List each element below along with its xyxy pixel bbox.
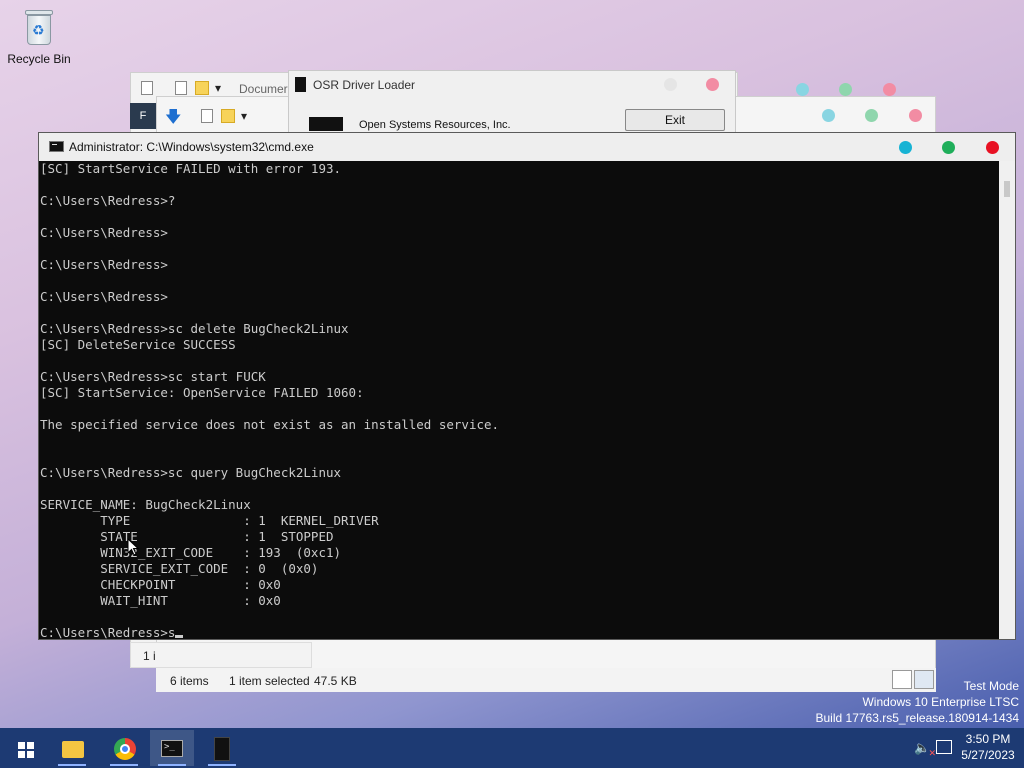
checkbox-icon[interactable] bbox=[201, 109, 213, 123]
selected-info: 1 item selected bbox=[229, 674, 310, 688]
watermark-line: Windows 10 Enterprise LTSC bbox=[862, 695, 1019, 709]
maximize-button[interactable] bbox=[839, 83, 852, 96]
scrollbar[interactable] bbox=[999, 161, 1015, 639]
console-line: C:\Users\Redress> bbox=[40, 289, 168, 304]
console-prompt-line: C:\Users\Redress>s bbox=[40, 625, 999, 639]
chevron-down-icon[interactable]: ▾ bbox=[215, 81, 221, 95]
console-line: SERVICE_EXIT_CODE : 0 (0x0) bbox=[40, 561, 319, 576]
org-name: Open Systems Resources, Inc. bbox=[359, 119, 511, 131]
maximize-button[interactable] bbox=[865, 109, 878, 122]
cmd-window[interactable]: Administrator: C:\Windows\system32\cmd.e… bbox=[38, 132, 1016, 640]
scrollbar-thumb[interactable] bbox=[1004, 181, 1010, 197]
down-arrow-icon[interactable]: 🡇 bbox=[165, 106, 181, 133]
minimize-button[interactable] bbox=[796, 83, 809, 96]
maximize-button[interactable] bbox=[942, 141, 955, 154]
osr-app-icon bbox=[295, 77, 306, 92]
close-button[interactable] bbox=[706, 78, 719, 91]
console-line: WIN32_EXIT_CODE : 193 (0xc1) bbox=[40, 545, 342, 560]
recycle-bin-label: Recycle Bin bbox=[7, 52, 71, 66]
osr-logo bbox=[309, 117, 343, 131]
window-title: Documer bbox=[239, 82, 288, 96]
checkbox-icon[interactable] bbox=[175, 81, 187, 95]
items-count: 6 items bbox=[170, 674, 209, 688]
console-line: [SC] StartService FAILED with error 193. bbox=[40, 161, 342, 176]
chevron-down-icon[interactable]: ▾ bbox=[241, 109, 247, 123]
cmd-icon: >_ bbox=[161, 740, 183, 757]
console-output[interactable]: [SC] StartService FAILED with error 193.… bbox=[39, 161, 999, 639]
chrome-center bbox=[120, 744, 130, 754]
console-line: [SC] StartService: OpenService FAILED 10… bbox=[40, 385, 364, 400]
minimize-button[interactable] bbox=[899, 141, 912, 154]
minimize-button[interactable] bbox=[822, 109, 835, 122]
console-line: SERVICE_NAME: BugCheck2Linux bbox=[40, 497, 251, 512]
console-line: WAIT_HINT : 0x0 bbox=[40, 593, 281, 608]
file-tab[interactable]: F bbox=[130, 103, 156, 129]
running-indicator bbox=[110, 764, 138, 766]
exit-button[interactable]: Exit bbox=[625, 109, 725, 131]
windows-logo-icon bbox=[18, 742, 34, 758]
new-folder-icon[interactable] bbox=[221, 109, 235, 123]
console-line: [SC] DeleteService SUCCESS bbox=[40, 337, 236, 352]
watermark-line: Build 17763.rs5_release.180914-1434 bbox=[815, 711, 1020, 725]
cmd-icon bbox=[49, 141, 64, 152]
close-button[interactable] bbox=[986, 141, 999, 154]
osr-loader-icon bbox=[214, 737, 230, 761]
window-title: Administrator: C:\Windows\system32\cmd.e… bbox=[69, 140, 314, 154]
taskbar: >_ 🔈 ✕ 3:50 PM 5/27/2023 bbox=[0, 728, 1024, 768]
cmd-titlebar[interactable]: Administrator: C:\Windows\system32\cmd.e… bbox=[39, 133, 1015, 161]
status-bar-back: 1 i bbox=[130, 642, 312, 668]
running-indicator bbox=[58, 764, 86, 766]
console-line: CHECKPOINT : 0x0 bbox=[40, 577, 281, 592]
file-explorer-button[interactable] bbox=[50, 730, 94, 766]
minimize-button[interactable] bbox=[664, 78, 677, 91]
folder-icon bbox=[62, 741, 84, 758]
chrome-button[interactable] bbox=[102, 730, 146, 766]
cmd-taskbar-button[interactable]: >_ bbox=[150, 730, 194, 766]
console-line: The specified service does not exist as … bbox=[40, 417, 500, 432]
items-count: 1 i bbox=[143, 649, 156, 663]
start-button[interactable] bbox=[2, 730, 46, 766]
watermark-line: Test Mode bbox=[963, 679, 1019, 693]
console-line: STATE : 1 STOPPED bbox=[40, 529, 334, 544]
prompt-text: C:\Users\Redress>s bbox=[40, 625, 176, 639]
clock[interactable]: 3:50 PM 5/27/2023 bbox=[958, 731, 1018, 763]
mute-x-icon: ✕ bbox=[928, 748, 936, 758]
console-line: C:\Users\Redress>sc query BugCheck2Linux bbox=[40, 465, 342, 480]
recycle-bin-icon: ♻ bbox=[24, 8, 54, 46]
console-line: TYPE : 1 KERNEL_DRIVER bbox=[40, 513, 379, 528]
new-folder-icon[interactable] bbox=[195, 81, 209, 95]
running-indicator bbox=[158, 764, 186, 766]
osr-loader-button[interactable] bbox=[200, 730, 244, 766]
console-line: C:\Users\Redress>sc start FUCK bbox=[40, 369, 266, 384]
console-line: C:\Users\Redress> bbox=[40, 257, 168, 272]
running-indicator bbox=[208, 764, 236, 766]
text-cursor bbox=[175, 635, 184, 638]
clock-date: 5/27/2023 bbox=[961, 748, 1015, 762]
test-mode-watermark: Test Mode Windows 10 Enterprise LTSC Bui… bbox=[816, 678, 1020, 726]
selected-size: 47.5 KB bbox=[314, 674, 357, 688]
mouse-pointer-icon bbox=[127, 538, 139, 556]
close-button[interactable] bbox=[883, 83, 896, 96]
console-line: C:\Users\Redress>sc delete BugCheck2Linu… bbox=[40, 321, 349, 336]
close-button[interactable] bbox=[909, 109, 922, 122]
properties-icon[interactable] bbox=[141, 81, 153, 95]
clock-time: 3:50 PM bbox=[965, 732, 1011, 746]
console-line: C:\Users\Redress> bbox=[40, 225, 168, 240]
network-icon[interactable] bbox=[936, 740, 952, 754]
window-title: OSR Driver Loader bbox=[313, 78, 416, 92]
recycle-bin[interactable]: ♻ Recycle Bin bbox=[6, 8, 72, 66]
console-line: C:\Users\Redress>? bbox=[40, 193, 176, 208]
